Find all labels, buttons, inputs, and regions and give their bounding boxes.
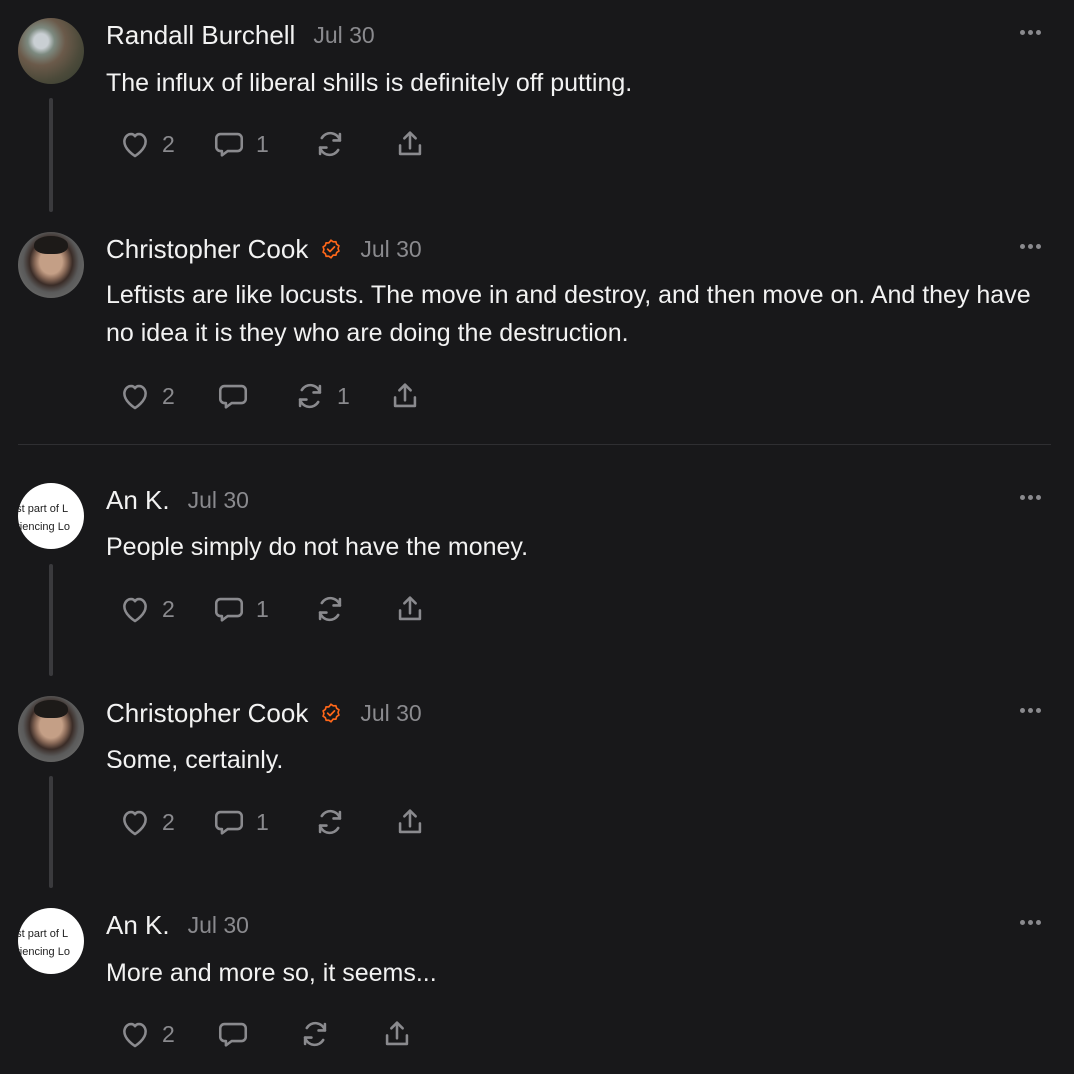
share-icon — [398, 596, 422, 621]
share-button[interactable] — [393, 804, 427, 840]
like-count: 2 — [162, 1020, 175, 1047]
comment-bubble-icon — [214, 810, 244, 835]
heart-icon — [123, 810, 147, 836]
heart-icon — [123, 132, 147, 158]
restack-icon — [318, 131, 342, 157]
like-button[interactable]: 2 — [118, 804, 175, 840]
avatar-text: eriencing Lo — [18, 521, 70, 533]
like-button[interactable]: 2 — [118, 126, 175, 162]
divider — [18, 444, 1051, 445]
more-options-icon[interactable] — [1020, 708, 1041, 713]
restack-button[interactable] — [298, 1016, 342, 1052]
like-count: 2 — [162, 382, 175, 409]
share-button[interactable] — [393, 126, 427, 162]
share-icon — [385, 1021, 409, 1046]
like-count: 2 — [162, 130, 175, 157]
avatar-text: est part of L — [18, 928, 69, 940]
author-name[interactable]: Christopher Cook — [106, 698, 308, 729]
author-name[interactable]: Randall Burchell — [106, 20, 295, 51]
comment-text: Leftists are like locusts. The move in a… — [106, 281, 1031, 347]
comment-text: People simply do not have the money. — [106, 533, 529, 561]
post-date[interactable]: Jul 30 — [360, 236, 421, 263]
comment-button[interactable]: 1 — [212, 591, 269, 627]
author-name[interactable]: Christopher Cook — [106, 234, 308, 265]
restack-button[interactable] — [313, 126, 357, 162]
comment-button[interactable] — [216, 378, 260, 414]
like-count: 2 — [162, 595, 175, 622]
verified-badge-icon — [320, 238, 342, 260]
like-count: 2 — [162, 808, 175, 835]
comment-bubble-icon — [218, 384, 248, 409]
more-options-icon[interactable] — [1020, 495, 1041, 500]
heart-icon — [123, 597, 147, 623]
share-icon — [398, 809, 422, 834]
thread-line — [49, 564, 53, 676]
avatar-text: est part of L — [18, 503, 69, 515]
comment-bubble-icon — [214, 597, 244, 622]
share-icon — [398, 131, 422, 156]
post-date[interactable]: Jul 30 — [360, 700, 421, 727]
avatar[interactable] — [18, 18, 84, 84]
like-button[interactable]: 2 — [118, 378, 175, 414]
comment-button[interactable]: 1 — [212, 804, 269, 840]
comment-button[interactable]: 1 — [212, 126, 269, 162]
restack-count: 1 — [337, 382, 350, 409]
more-options-icon[interactable] — [1020, 920, 1041, 925]
restack-icon — [303, 1021, 327, 1047]
avatar-text: eriencing Lo — [18, 946, 70, 958]
verified-badge-icon — [320, 702, 342, 724]
thread-line — [49, 776, 53, 888]
avatar[interactable]: est part of L eriencing Lo — [18, 908, 84, 974]
share-button[interactable] — [380, 1016, 414, 1052]
comment-bubble-icon — [218, 1022, 248, 1047]
share-button[interactable] — [388, 378, 422, 414]
restack-icon — [318, 596, 342, 622]
like-button[interactable]: 2 — [118, 1016, 175, 1052]
heart-icon — [123, 1022, 147, 1048]
author-name[interactable]: An K. — [106, 910, 170, 941]
post-date[interactable]: Jul 30 — [188, 912, 249, 939]
comment-button[interactable] — [216, 1016, 260, 1052]
restack-button[interactable] — [313, 804, 357, 840]
heart-icon — [123, 384, 147, 410]
comment-text: The influx of liberal shills is definite… — [106, 69, 633, 97]
like-button[interactable]: 2 — [118, 591, 175, 627]
author-name[interactable]: An K. — [106, 485, 170, 516]
restack-icon — [298, 383, 322, 409]
avatar[interactable] — [18, 232, 84, 298]
restack-button[interactable]: 1 — [293, 378, 350, 414]
thread-line — [49, 98, 53, 212]
comment-count: 1 — [256, 130, 269, 157]
share-button[interactable] — [393, 591, 427, 627]
post-date[interactable]: Jul 30 — [188, 487, 249, 514]
comment-bubble-icon — [214, 132, 244, 157]
post-date[interactable]: Jul 30 — [313, 22, 374, 49]
more-options-icon[interactable] — [1020, 244, 1041, 249]
restack-icon — [318, 809, 342, 835]
more-options-icon[interactable] — [1020, 30, 1041, 35]
avatar[interactable] — [18, 696, 84, 762]
comment-text: More and more so, it seems... — [106, 959, 437, 987]
comment-count: 1 — [256, 595, 269, 622]
restack-button[interactable] — [313, 591, 357, 627]
avatar[interactable]: est part of L eriencing Lo — [18, 483, 84, 549]
share-icon — [393, 383, 417, 408]
comment-text: Some, certainly. — [106, 746, 284, 774]
comment-count: 1 — [256, 808, 269, 835]
